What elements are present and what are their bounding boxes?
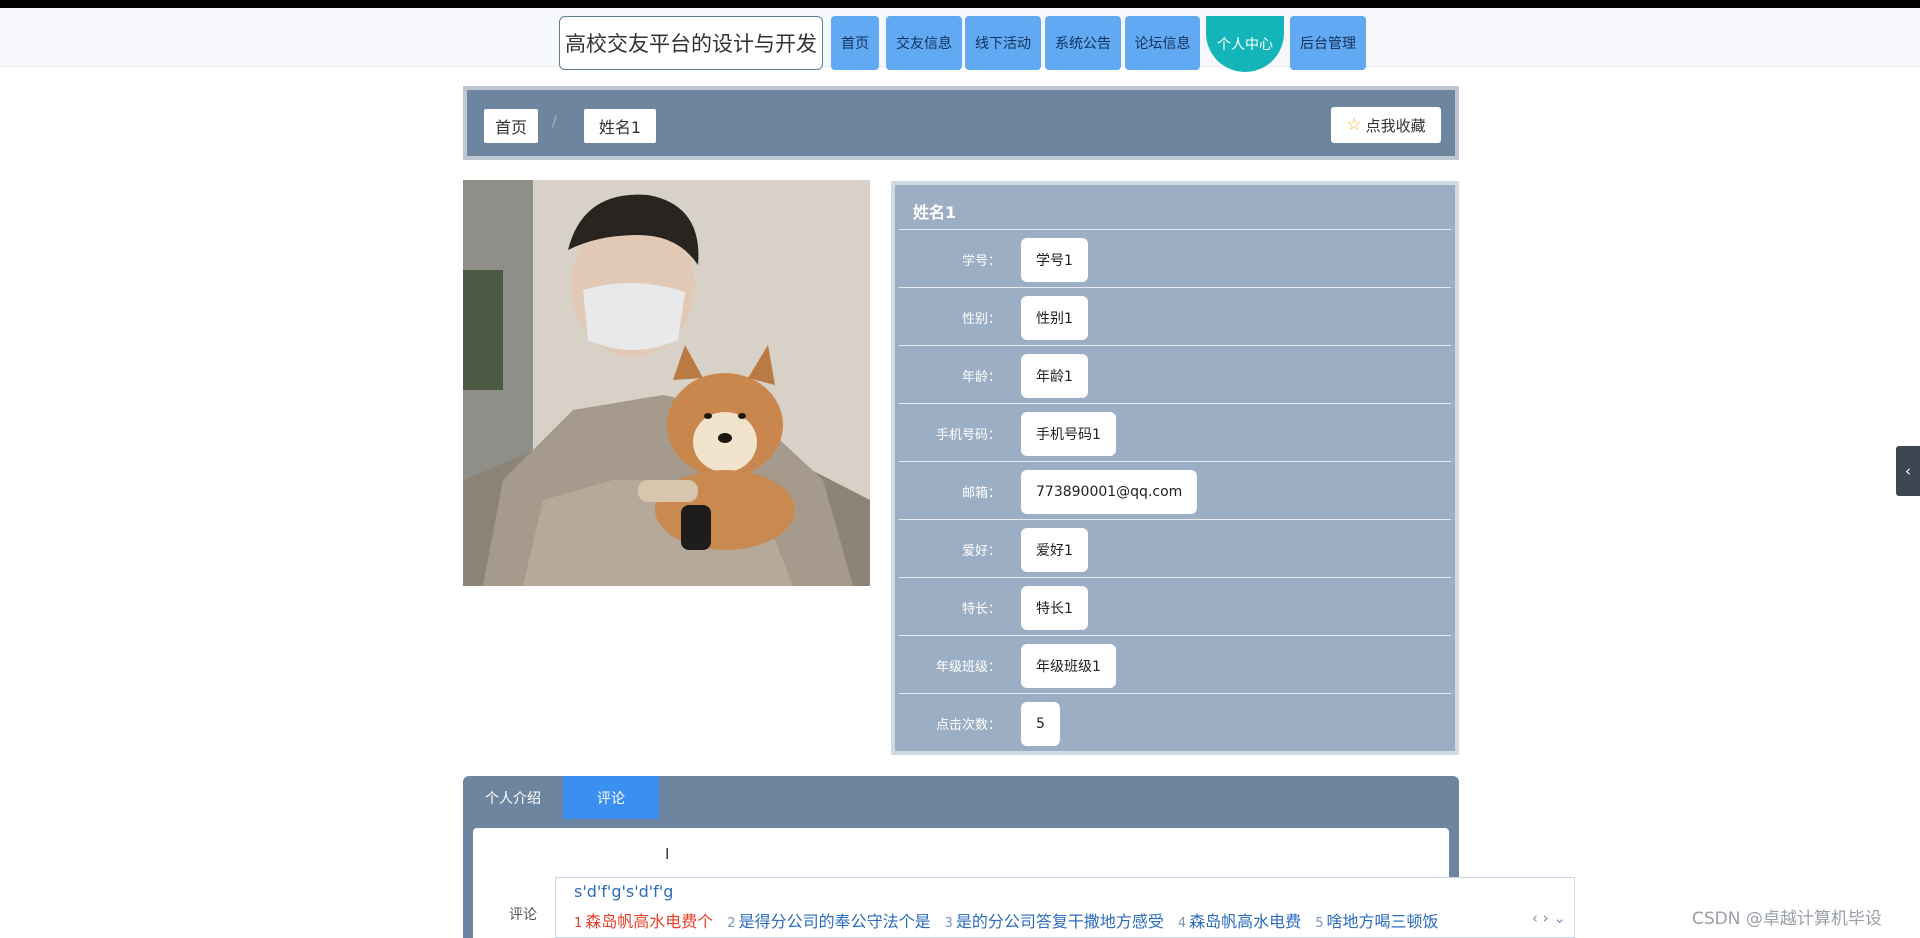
info-label: 点击次数： (935, 718, 1001, 733)
top-black-bar (0, 0, 1920, 8)
info-label: 手机号码： (935, 428, 1001, 443)
nav-offline-activities[interactable]: 线下活动 (965, 16, 1041, 70)
profile-photo (463, 180, 870, 586)
nav-announcements[interactable]: 系统公告 (1045, 16, 1121, 70)
info-row-student-id: 学号： 学号1 (899, 229, 1451, 287)
ime-candidate[interactable]: 4 森岛帆高水电费 (1178, 908, 1301, 932)
info-value: 学号1 (1021, 238, 1088, 282)
info-row-click-count: 点击次数： 5 (899, 693, 1451, 751)
nav-admin[interactable]: 后台管理 (1290, 16, 1366, 70)
side-collapse-handle[interactable]: ‹ (1896, 446, 1920, 496)
info-value: 5 (1021, 702, 1060, 746)
profile-info-panel: 姓名1 学号： 学号1 性别： 性别1 年龄： 年龄1 手机号码： 手机号码1 … (891, 181, 1459, 755)
site-title: 高校交友平台的设计与开发 (559, 16, 823, 70)
ime-candidate[interactable]: 2 是得分公司的奉公守法个是 (727, 908, 930, 932)
tab-comments[interactable]: 评论 (563, 776, 659, 819)
info-label: 年级班级： (935, 660, 1001, 675)
ime-candidate[interactable]: 1 森岛帆高水电费个 (574, 908, 713, 932)
info-row-email: 邮箱： 773890001@qq.com (899, 461, 1451, 519)
info-value: 773890001@qq.com (1021, 470, 1198, 514)
favorite-label: 点我收藏 (1365, 116, 1426, 135)
ime-candidate-window: s'd'f'g's'd'f'g 1 森岛帆高水电费个 2 是得分公司的奉公守法个是 … (555, 877, 1575, 938)
ime-candidate[interactable]: 5 啥地方喝三顿饭 (1315, 908, 1438, 932)
favorite-button[interactable]: ☆ 点我收藏 (1331, 107, 1441, 143)
star-icon: ☆ (1346, 115, 1362, 135)
ime-page-arrows-icon[interactable]: ‹ › ⌄ (1532, 909, 1566, 927)
info-label: 特长： (961, 602, 1001, 617)
info-row-gender: 性别： 性别1 (899, 287, 1451, 345)
breadcrumb-current: 姓名1 (584, 109, 656, 143)
watermark: CSDN @卓越计算机毕设 (1692, 909, 1882, 929)
info-value: 年级班级1 (1021, 644, 1116, 688)
info-value: 手机号码1 (1021, 412, 1116, 456)
text-cursor-icon: I (665, 845, 670, 863)
info-value: 年龄1 (1021, 354, 1088, 398)
breadcrumb: 首页 / 姓名1 ☆ 点我收藏 (463, 86, 1459, 160)
nav-forum[interactable]: 论坛信息 (1125, 16, 1200, 70)
breadcrumb-home[interactable]: 首页 (484, 109, 538, 143)
profile-name: 姓名1 (913, 203, 957, 222)
profile-photo-image (463, 180, 870, 586)
ime-candidates: 1 森岛帆高水电费个 2 是得分公司的奉公守法个是 3 是的分公司答复干撒地方感受 4… (574, 908, 1438, 932)
ime-composing-text: s'd'f'g's'd'f'g (574, 882, 674, 901)
nav-dating-info[interactable]: 交友信息 (886, 16, 962, 70)
info-label: 学号： (961, 254, 1001, 269)
info-value: 爱好1 (1021, 528, 1088, 572)
info-row-specialty: 特长： 特长1 (899, 577, 1451, 635)
tab-introduction[interactable]: 个人介绍 (463, 776, 563, 819)
info-row-class: 年级班级： 年级班级1 (899, 635, 1451, 693)
nav-personal-center[interactable]: 个人中心 (1206, 16, 1284, 72)
info-label: 性别： (961, 312, 1001, 327)
chevron-left-icon: ‹ (1905, 462, 1911, 480)
info-value: 特长1 (1021, 586, 1088, 630)
breadcrumb-separator: / (552, 114, 557, 130)
info-row-hobby: 爱好： 爱好1 (899, 519, 1451, 577)
comment-label: 评论 (509, 907, 537, 923)
info-row-phone: 手机号码： 手机号码1 (899, 403, 1451, 461)
ime-candidate[interactable]: 3 是的分公司答复干撒地方感受 (945, 908, 1164, 932)
info-row-age: 年龄： 年龄1 (899, 345, 1451, 403)
info-label: 爱好： (961, 544, 1001, 559)
info-label: 邮箱： (961, 486, 1001, 501)
info-label: 年龄： (961, 370, 1001, 385)
site-header: 高校交友平台的设计与开发 首页 交友信息 线下活动 系统公告 论坛信息 个人中心… (0, 8, 1920, 72)
info-value: 性别1 (1021, 296, 1088, 340)
nav-home[interactable]: 首页 (831, 16, 879, 70)
